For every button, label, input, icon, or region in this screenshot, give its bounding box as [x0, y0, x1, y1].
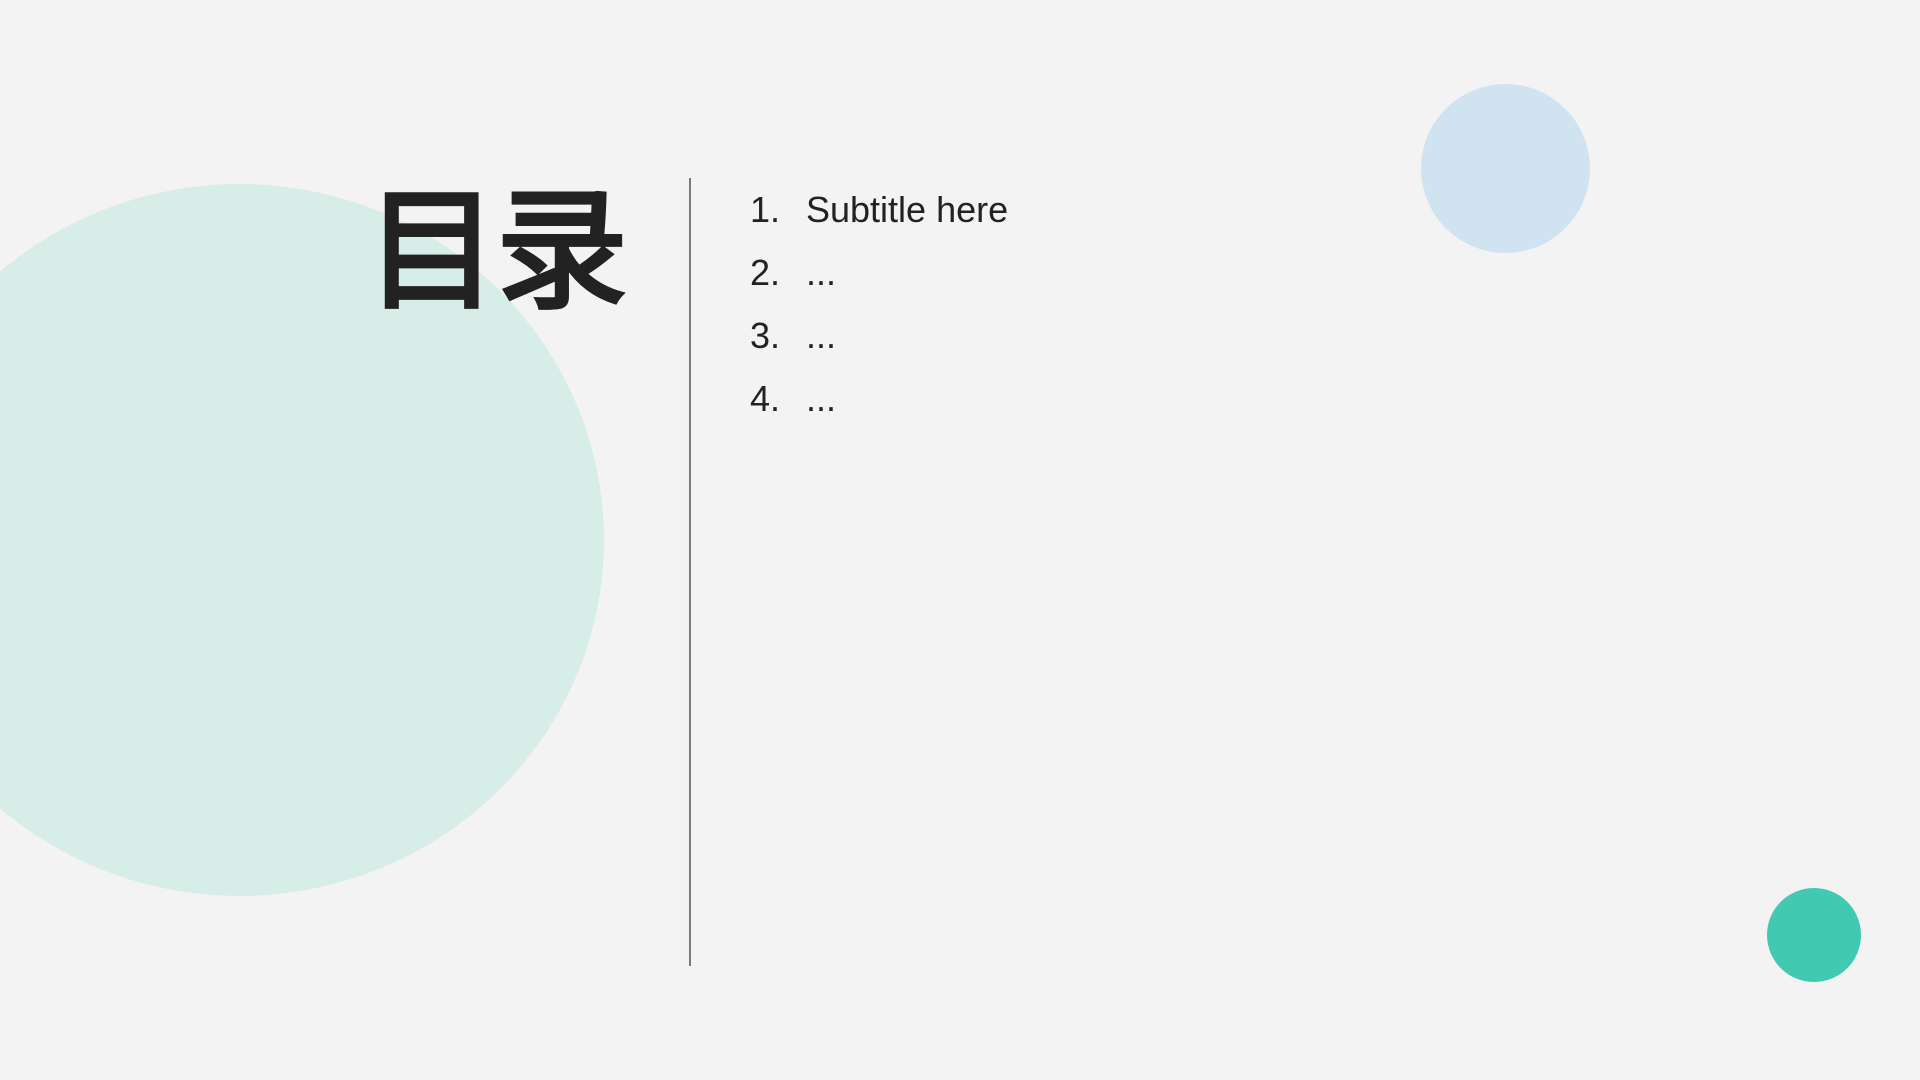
- slide-title: 目录: [366, 175, 628, 329]
- bottom-right-decorative-circle: [1767, 888, 1861, 982]
- toc-item-2: 2. ...: [750, 241, 1008, 304]
- toc-item-3: 3. ...: [750, 304, 1008, 367]
- table-of-contents: 1. Subtitle here 2. ... 3. ... 4. ...: [750, 178, 1008, 430]
- toc-item-number: 3.: [750, 315, 781, 356]
- toc-item-text: Subtitle here: [806, 189, 1009, 230]
- toc-item-1: 1. Subtitle here: [750, 178, 1008, 241]
- toc-item-text: ...: [806, 378, 837, 419]
- toc-item-number: 2.: [750, 252, 781, 293]
- toc-item-4: 4. ...: [750, 367, 1008, 430]
- toc-item-number: 4.: [750, 378, 781, 419]
- toc-item-text: ...: [806, 252, 837, 293]
- top-right-decorative-circle: [1421, 84, 1590, 253]
- toc-item-number: 1.: [750, 189, 781, 230]
- slide: 目录 1. Subtitle here 2. ... 3. ... 4. ...: [0, 0, 1920, 1080]
- toc-item-text: ...: [806, 315, 837, 356]
- vertical-divider: [689, 178, 691, 966]
